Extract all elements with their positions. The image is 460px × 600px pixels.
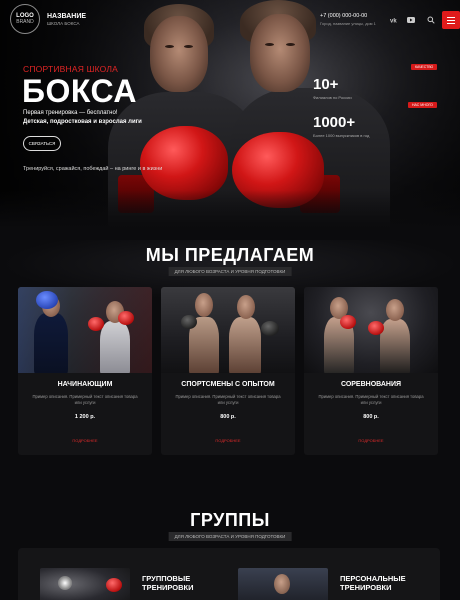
- card-photo: [304, 287, 438, 373]
- card-more-link[interactable]: ПОДРОБНЕЕ: [161, 438, 295, 443]
- group-name-line: ГРУППОВЫЕ: [142, 574, 191, 583]
- glove: [118, 311, 134, 325]
- stat-number: 10+: [313, 76, 339, 93]
- quality-tag: КАЧЕСТВО: [411, 64, 438, 70]
- logo[interactable]: LOGO BRAND: [10, 4, 40, 34]
- glove: [181, 315, 197, 329]
- group-training-photo: [40, 568, 130, 600]
- group-training-name[interactable]: ГРУППОВЫЕ ТРЕНИРОВКИ: [142, 574, 194, 592]
- logo-subtext: BRAND: [16, 18, 34, 25]
- brand: НАЗВАНИЕ ШКОЛА БОКСА: [47, 13, 86, 26]
- offer-card-beginners[interactable]: НАЧИНАЮЩИМ Пример описания. Примерный те…: [18, 287, 152, 455]
- group-name-line: ТРЕНИРОВКИ: [340, 583, 392, 592]
- hero-fade: [0, 190, 460, 228]
- offer-card-competitions[interactable]: СОРЕВНОВАНИЯ Пример описания. Примерный …: [304, 287, 438, 455]
- brand-subtitle: ШКОЛА БОКСА: [47, 20, 80, 26]
- card-more-link[interactable]: ПОДРОБНЕЕ: [304, 438, 438, 443]
- many-tag: НАС МНОГО: [408, 102, 437, 108]
- card-photo: [18, 287, 152, 373]
- hero-title: БОКСА: [22, 73, 137, 109]
- group-name-line: ПЕРСОНАЛЬНЫЕ: [340, 574, 406, 583]
- brand-name: НАЗВАНИЕ: [47, 12, 87, 20]
- stat-label: Более 1000 выпускников в год: [313, 133, 370, 138]
- card-description: Пример описания. Примерный текст описани…: [175, 394, 281, 406]
- card-title: НАЧИНАЮЩИМ: [57, 381, 113, 388]
- site-header: LOGO BRAND НАЗВАНИЕ ШКОЛА БОКСА: [0, 0, 460, 38]
- card-description: Пример описания. Примерный текст описани…: [32, 394, 138, 406]
- card-photo: [161, 287, 295, 373]
- card-title: СПОРТСМЕНЫ С ОПЫТОМ: [181, 381, 275, 388]
- stat-label: Филиалов по России: [313, 95, 352, 100]
- stat-number: 1000+: [313, 114, 356, 131]
- personal-training-name[interactable]: ПЕРСОНАЛЬНЫЕ ТРЕНИРОВКИ: [340, 574, 406, 592]
- card-price: 1 200 р.: [74, 414, 96, 420]
- boxing-glove-left: [140, 126, 228, 200]
- groups-badge: ДЛЯ ЛЮБОГО ВОЗРАСТА И УРОВНЯ ПОДГОТОВКИ: [168, 532, 292, 541]
- stat-graduates: 1000+ Более 1000 выпускников в год: [313, 114, 369, 138]
- hero-promo-text: Первая тренировка — бесплатно!: [23, 110, 118, 116]
- card-description: Пример описания. Примерный текст описани…: [318, 394, 424, 406]
- card-more-link[interactable]: ПОДРОБНЕЕ: [18, 438, 152, 443]
- glove: [261, 321, 279, 336]
- offer-title: МЫ ПРЕДЛАГАЕМ: [145, 245, 315, 265]
- glove: [88, 317, 104, 331]
- card-price: 800 р.: [363, 414, 379, 420]
- stat-branches: 10+ Филиалов по России: [313, 76, 352, 100]
- personal-training-photo: [238, 568, 328, 600]
- glove: [36, 291, 58, 309]
- groups-panel: ГРУППОВЫЕ ТРЕНИРОВКИ ПЕРСОНАЛЬНЫЕ ТРЕНИР…: [18, 548, 440, 600]
- glove: [340, 315, 356, 329]
- offer-card-experienced[interactable]: СПОРТСМЕНЫ С ОПЫТОМ Пример описания. При…: [161, 287, 295, 455]
- glove: [368, 321, 384, 335]
- card-price: 800 р.: [220, 414, 236, 420]
- card-title: СОРЕВНОВАНИЯ: [340, 381, 402, 388]
- contact-button[interactable]: СВЯЗАТЬСЯ: [23, 136, 61, 151]
- offer-badge: ДЛЯ ЛЮБОГО ВОЗРАСТА И УРОВНЯ ПОДГОТОВКИ: [168, 267, 292, 276]
- hero-leagues-text: Детская, подростковая и взрослая лиги: [23, 119, 142, 125]
- group-name-line: ТРЕНИРОВКИ: [142, 583, 194, 592]
- groups-title: ГРУППЫ: [190, 510, 270, 530]
- hero-motto: Тренируйся, сражайся, побеждай – на ринг…: [23, 166, 163, 172]
